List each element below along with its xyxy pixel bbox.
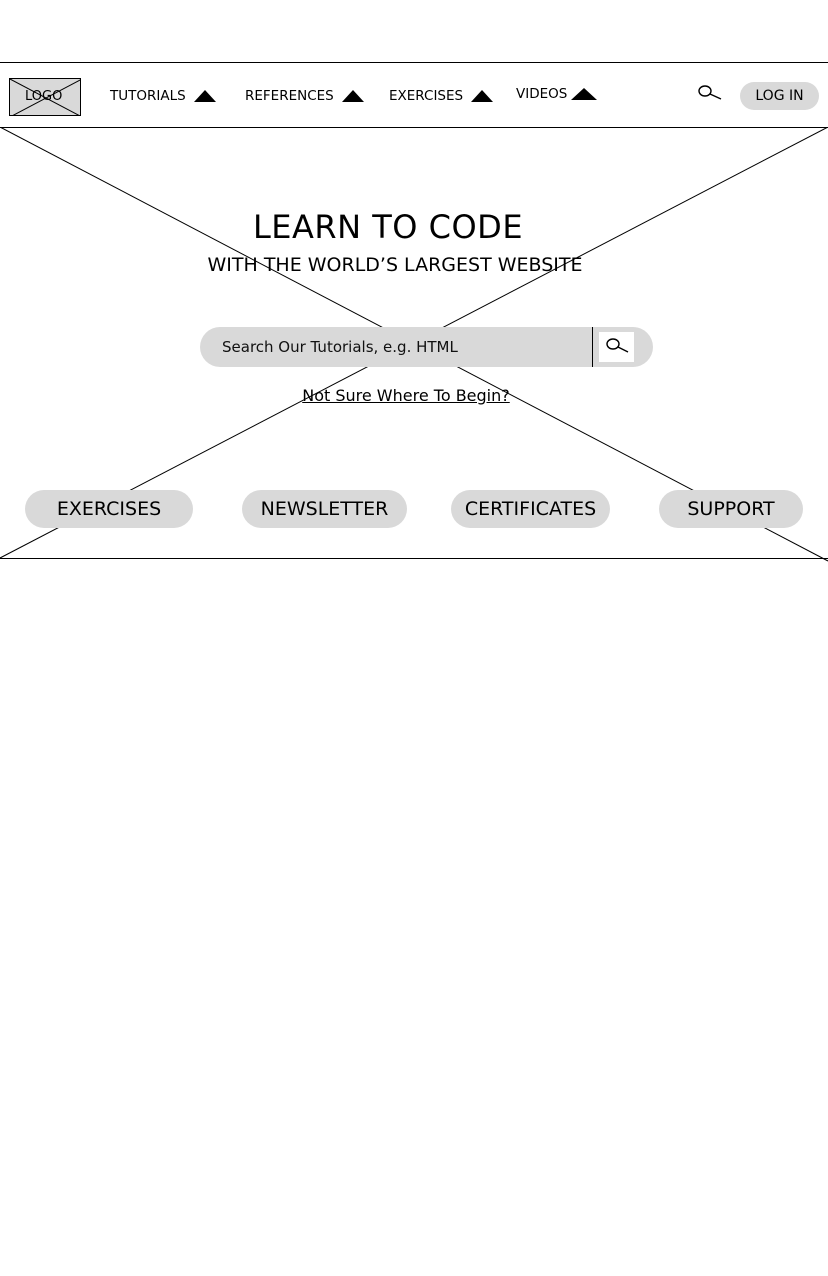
newsletter-button[interactable]: NEWSLETTER [242,490,407,528]
nav-item-references[interactable]: REFERENCES [245,88,364,104]
nav-item-label: EXERCISES [389,88,464,104]
exercises-button[interactable]: EXERCISES [25,490,193,528]
dropdown-triangle-icon [193,90,216,102]
search-submit-button[interactable] [599,332,634,362]
hero-subtitle: WITH THE WORLD’S LARGEST WEBSITE [207,254,583,276]
dropdown-triangle-icon [341,90,364,102]
login-button[interactable]: LOG IN [740,82,819,110]
logo-label: LOGO [25,89,63,104]
nav-item-label: REFERENCES [245,88,334,104]
nav-item-tutorials[interactable]: TUTORIALS [110,88,216,104]
hero-bottom-border [0,558,828,559]
dropdown-triangle-icon [471,90,494,102]
header-bottom-border [0,127,828,128]
nav-item-label: VIDEOS [516,86,568,102]
support-button[interactable]: SUPPORT [659,490,803,528]
tutorial-search-bar [200,327,653,367]
help-link-container: Not Sure Where To Begin? [0,386,812,405]
search-divider [592,327,593,367]
nav-item-videos[interactable]: VIDEOS [516,86,598,102]
dropdown-triangle-icon [571,88,598,100]
not-sure-where-to-begin-link[interactable]: Not Sure Where To Begin? [302,386,510,405]
tutorial-search-input[interactable] [222,327,590,367]
logo[interactable]: LOGO [9,78,81,116]
header-top-border [0,62,828,63]
certificates-button[interactable]: CERTIFICATES [451,490,610,528]
search-icon[interactable] [697,84,723,104]
nav-item-label: TUTORIALS [110,88,186,104]
nav-item-exercises[interactable]: EXERCISES [389,88,494,104]
hero-title: LEARN TO CODE [252,208,524,246]
search-icon [606,338,629,353]
